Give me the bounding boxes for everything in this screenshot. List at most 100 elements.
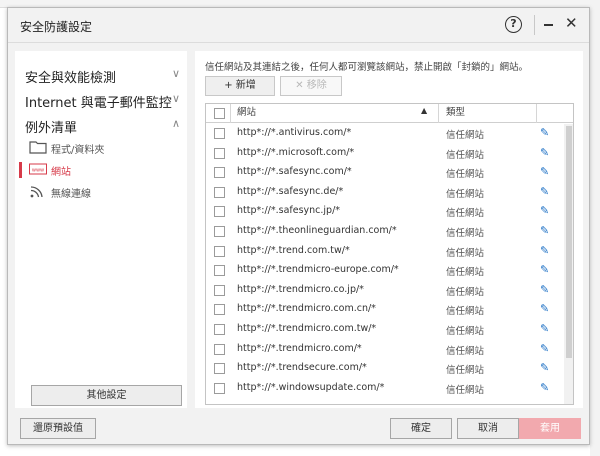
edit-icon[interactable]: ✎ [540, 361, 549, 374]
edit-icon[interactable]: ✎ [540, 381, 549, 394]
website-type: 信任網站 [446, 326, 485, 337]
website-type: 信任網站 [446, 384, 485, 396]
table-row[interactable]: http*://*.trendmicro.com/* 信任網站 ✎ [206, 340, 573, 360]
title-separator [534, 15, 535, 35]
row-checkbox[interactable] [214, 324, 225, 335]
website-type: 信任網站 [446, 130, 485, 141]
ok-button[interactable]: 確定 [390, 418, 452, 439]
edit-icon[interactable]: ✎ [540, 263, 549, 276]
website-type: 信任網站 [446, 267, 485, 279]
edit-icon[interactable]: ✎ [540, 244, 549, 257]
website-type: 信任網站 [446, 149, 485, 161]
website-url: http*://*.antivirus.com/* [237, 127, 352, 138]
dialog-footer: 還原預設值 確定 取消 套用 [8, 412, 589, 446]
website-url: http*://*.safesync.de/* [237, 185, 344, 197]
vertical-scrollbar[interactable] [564, 124, 573, 404]
cancel-button[interactable]: 取消 [457, 418, 519, 439]
table-row[interactable]: http*://*.trend.com.tw/* 信任網站 ✎ [206, 242, 573, 262]
website-table: 網站 ▲ 類型 http*://*.antivirus.com/* 信任網站 ✎ ht… [205, 103, 574, 405]
sidebar-category-internet-email[interactable]: Internet 與電子郵件監控 ∨ [25, 92, 180, 111]
table-row[interactable]: http*://*.safesync.jp/* 信任網站 ✎ [206, 202, 573, 222]
row-checkbox[interactable] [214, 128, 225, 139]
help-icon[interactable]: ? [505, 16, 522, 33]
settings-dialog: 安全防護設定 ? ✕ 安全與效能檢測 ∨ Internet 與電子郵件監控 ∨ … [7, 7, 590, 445]
table-row[interactable]: http*://*.theonlineguardian.com/* 信任網站 ✎ [206, 222, 573, 242]
table-row[interactable]: http*://*.trendmicro.co.jp/* 信任網站 ✎ [206, 281, 573, 301]
website-type: 信任網站 [446, 345, 485, 357]
sidebar-item-label: 網站 [51, 167, 71, 178]
table-row[interactable]: http*://*.microsoft.com/* 信任網站 ✎ [206, 144, 573, 164]
website-url: http*://*.windowsupdate.com/* [237, 381, 385, 393]
website-type: 信任網站 [446, 286, 485, 298]
remove-button[interactable]: ✕ 移除 [280, 76, 342, 96]
description-text: 信任網站及其連結之後，任何人都可瀏覽該網站，禁止開啟「封鎖的」網站。 [205, 62, 529, 73]
website-url: http*://*.trendmicro.com/* [237, 342, 362, 354]
close-icon[interactable]: ✕ [565, 15, 578, 31]
chevron-down-icon: ∨ [171, 67, 180, 80]
website-type: 信任網站 [446, 365, 485, 377]
edit-icon[interactable]: ✎ [540, 302, 549, 315]
column-header-site[interactable]: 網站 [237, 104, 256, 123]
title-bar[interactable]: 安全防護設定 ? ✕ [8, 8, 589, 42]
edit-icon[interactable]: ✎ [540, 322, 549, 335]
sidebar-item-label: 程式/資料夾 [51, 145, 105, 156]
row-checkbox[interactable] [214, 206, 225, 218]
sidebar-category-exceptions[interactable]: 例外清單 ∧ [25, 117, 180, 136]
row-checkbox[interactable] [214, 147, 225, 159]
row-checkbox[interactable] [214, 363, 225, 375]
minimize-icon[interactable] [544, 24, 553, 26]
sidebar-item-label: 無線連線 [51, 189, 91, 200]
website-url: http*://*.safesync.jp/* [237, 205, 341, 217]
sort-ascending-icon[interactable]: ▲ [421, 106, 427, 115]
row-checkbox[interactable] [214, 245, 225, 257]
edit-icon[interactable]: ✎ [540, 342, 549, 355]
row-checkbox[interactable] [214, 186, 225, 198]
edit-icon[interactable]: ✎ [540, 204, 549, 217]
table-row[interactable]: http*://*.windowsupdate.com/* 信任網站 ✎ [206, 379, 573, 399]
table-row[interactable]: http*://*.trendmicro-europe.com/* 信任網站 ✎ [206, 261, 573, 281]
edit-icon[interactable]: ✎ [540, 283, 549, 296]
row-checkbox[interactable] [214, 304, 225, 316]
edit-icon[interactable]: ✎ [540, 146, 549, 159]
row-checkbox[interactable] [214, 265, 225, 277]
restore-defaults-button[interactable]: 還原預設值 [20, 418, 96, 439]
row-checkbox[interactable] [214, 343, 225, 355]
row-checkbox[interactable] [214, 226, 225, 237]
active-indicator [19, 162, 22, 178]
row-checkbox[interactable] [214, 284, 225, 296]
table-header: 網站 ▲ 類型 [206, 104, 573, 123]
edit-icon[interactable]: ✎ [540, 224, 549, 237]
other-settings-button[interactable]: 其他設定 [31, 385, 182, 406]
sidebar-category-security-check[interactable]: 安全與效能檢測 ∨ [25, 67, 180, 86]
chevron-up-icon: ∧ [171, 117, 180, 130]
edit-icon[interactable]: ✎ [540, 126, 549, 139]
svg-text:www: www [32, 168, 44, 174]
table-row[interactable]: http*://*.antivirus.com/* 信任網站 ✎ [206, 124, 573, 144]
website-url: http*://*.trendmicro.com.cn/* [237, 303, 376, 315]
column-header-type[interactable]: 類型 [446, 104, 465, 123]
row-checkbox[interactable] [214, 167, 225, 179]
dialog-title: 安全防護設定 [20, 20, 93, 34]
table-row[interactable]: http*://*.trendmicro.com.tw/* 信任網站 ✎ [206, 320, 573, 340]
background-window-edge [590, 0, 600, 456]
scrollbar-thumb[interactable] [566, 126, 572, 358]
table-row[interactable]: http*://*.trendmicro.com.cn/* 信任網站 ✎ [206, 300, 573, 320]
select-all-checkbox[interactable] [214, 108, 225, 119]
add-button[interactable]: + 新增 [205, 76, 275, 96]
website-url: http*://*.safesync.com/* [237, 166, 352, 178]
main-panel: 信任網站及其連結之後，任何人都可瀏覽該網站，禁止開啟「封鎖的」網站。 + 新增 … [195, 51, 583, 408]
website-url: http*://*.trendmicro-europe.com/* [237, 264, 399, 276]
website-type: 信任網站 [446, 208, 485, 220]
table-row[interactable]: http*://*.trendsecure.com/* 信任網站 ✎ [206, 359, 573, 379]
website-url: http*://*.theonlineguardian.com/* [237, 225, 397, 236]
apply-button[interactable]: 套用 [519, 418, 581, 439]
edit-icon[interactable]: ✎ [540, 185, 549, 198]
website-type: 信任網站 [446, 188, 485, 200]
website-type: 信任網站 [446, 247, 485, 259]
sidebar: 安全與效能檢測 ∨ Internet 與電子郵件監控 ∨ 例外清單 ∧ 程式/資… [15, 51, 187, 408]
sidebar-item-websites[interactable]: www 網站 [19, 162, 179, 178]
row-checkbox[interactable] [214, 382, 225, 394]
table-row[interactable]: http*://*.safesync.de/* 信任網站 ✎ [206, 183, 573, 203]
table-row[interactable]: http*://*.safesync.com/* 信任網站 ✎ [206, 163, 573, 183]
edit-icon[interactable]: ✎ [540, 165, 549, 178]
